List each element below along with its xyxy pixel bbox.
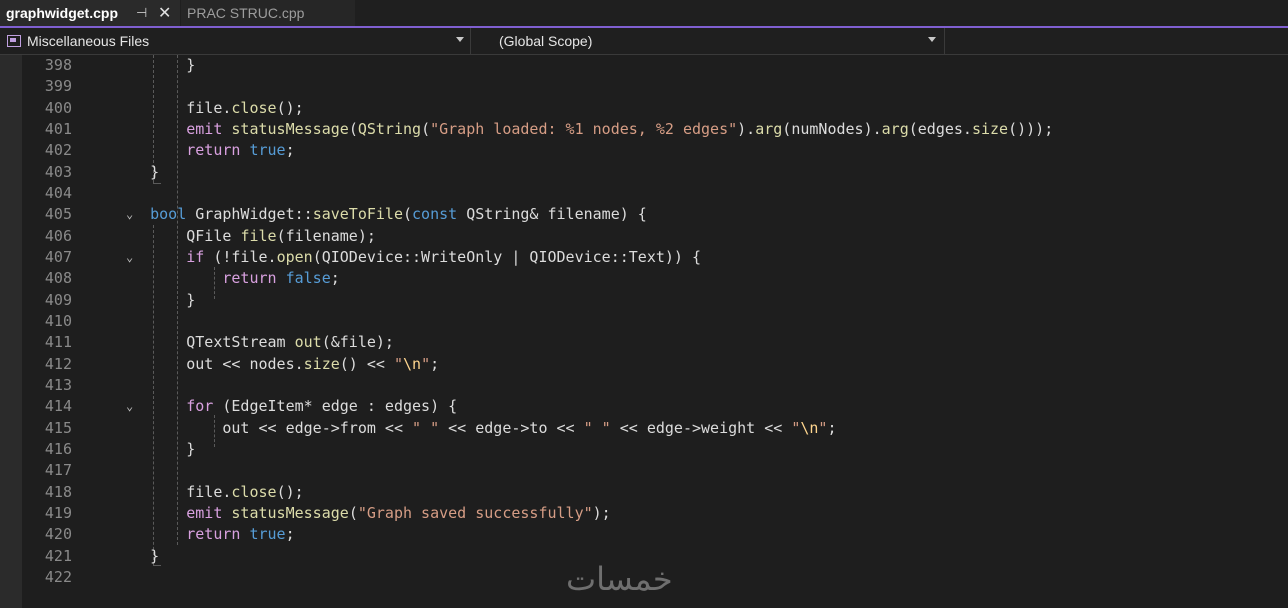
code-editor[interactable]: 398 } 399 400 file.close(); 401 emit status… (22, 55, 1288, 608)
code-line[interactable]: 413 (22, 375, 1288, 396)
code-text: emit statusMessage("Graph saved successf… (186, 503, 611, 522)
code-line[interactable]: 405 ⌄ bool GraphWidget::saveToFile(const … (22, 204, 1288, 225)
line-number: 408 (44, 269, 72, 288)
indicator-margin (0, 55, 22, 608)
code-line[interactable]: 406 QFile file(filename); (22, 226, 1288, 247)
divider (470, 28, 471, 54)
scope-dropdown[interactable]: (Global Scope) (499, 28, 592, 54)
code-text: } (114, 162, 160, 181)
line-number: 412 (44, 354, 72, 373)
line-number: 419 (44, 503, 72, 522)
code-text: return true; (186, 141, 295, 160)
code-line[interactable]: 418 file.close(); (22, 482, 1288, 503)
line-number: 398 (44, 56, 72, 74)
line-number: 414 (44, 397, 72, 416)
line-number: 401 (44, 119, 72, 138)
code-line[interactable]: 414 ⌄ for (EdgeItem* edge : edges) { (22, 396, 1288, 417)
line-number: 400 (44, 98, 72, 117)
line-number: 416 (44, 439, 72, 458)
code-text: out << edge->from << " " << edge->to << … (114, 418, 837, 437)
code-line[interactable]: 402 return true; (22, 140, 1288, 161)
line-number: 417 (44, 461, 72, 480)
line-number: 410 (44, 311, 72, 330)
project-dropdown[interactable]: Miscellaneous Files (0, 28, 470, 54)
chevron-down-icon[interactable] (456, 37, 464, 42)
tab-graphwidget[interactable]: graphwidget.cpp ⊣ ✕ (0, 0, 180, 26)
code-text: } (114, 546, 160, 565)
line-number: 418 (44, 482, 72, 501)
tab-label: graphwidget.cpp (6, 5, 118, 21)
navigation-bar: Miscellaneous Files (Global Scope) (0, 28, 1288, 55)
code-text: file.close(); (114, 98, 304, 117)
line-number: 399 (44, 77, 72, 96)
watermark-logo: خمسات (566, 560, 673, 598)
code-text: } (114, 56, 196, 74)
pin-icon[interactable]: ⊣ (136, 5, 147, 21)
code-line[interactable]: 399 (22, 76, 1288, 97)
chevron-down-icon[interactable] (928, 37, 936, 42)
code-text: emit statusMessage(QString("Graph loaded… (186, 119, 1054, 138)
code-line[interactable]: 400 file.close(); (22, 98, 1288, 119)
code-line[interactable]: 416 } (22, 439, 1288, 460)
code-line[interactable]: 412 out << nodes.size() << "\n"; (22, 354, 1288, 375)
code-line[interactable]: 404 (22, 183, 1288, 204)
tab-bar: graphwidget.cpp ⊣ ✕ PRAC STRUC.cpp (0, 0, 1288, 28)
line-number: 415 (44, 418, 72, 437)
line-number: 422 (44, 567, 72, 586)
line-number: 420 (44, 525, 72, 544)
tab-prac-struc[interactable]: PRAC STRUC.cpp (181, 0, 355, 26)
code-line[interactable]: 419 emit statusMessage("Graph saved succ… (22, 503, 1288, 524)
line-number: 405 (44, 205, 72, 224)
code-text: if (!file.open(QIODevice::WriteOnly | QI… (186, 247, 702, 266)
close-icon[interactable]: ✕ (158, 3, 171, 23)
tab-label: PRAC STRUC.cpp (187, 5, 305, 21)
line-number: 421 (44, 546, 72, 565)
code-text: QTextStream out(&file); (114, 333, 394, 352)
code-line[interactable]: 417 (22, 460, 1288, 481)
code-line[interactable]: 407 ⌄ if (!file.open(QIODevice::WriteOnly… (22, 247, 1288, 268)
line-number: 406 (44, 226, 72, 245)
code-line[interactable]: 420 return true; (22, 524, 1288, 545)
scope-label: (Global Scope) (499, 33, 593, 49)
line-number: 409 (44, 290, 72, 309)
code-line[interactable]: 398 } (22, 55, 1288, 76)
code-text: for (EdgeItem* edge : edges) { (186, 397, 458, 416)
line-number: 407 (44, 247, 72, 266)
code-text: } (114, 439, 196, 458)
code-text: QFile file(filename); (114, 226, 376, 245)
divider (944, 28, 945, 54)
file-icon (7, 35, 21, 47)
code-text: return false; (222, 269, 340, 288)
code-text: } (114, 290, 196, 309)
code-text: return true; (186, 525, 295, 544)
line-number: 403 (44, 162, 72, 181)
code-line[interactable]: 410 (22, 311, 1288, 332)
line-number: 402 (44, 141, 72, 160)
line-number: 411 (44, 333, 72, 352)
code-line[interactable]: 411 QTextStream out(&file); (22, 332, 1288, 353)
code-line[interactable]: 415 out << edge->from << " " << edge->to… (22, 418, 1288, 439)
code-line[interactable]: 408 return false; (22, 268, 1288, 289)
project-label: Miscellaneous Files (27, 33, 150, 49)
line-number: 404 (44, 183, 72, 202)
code-text: file.close(); (114, 482, 304, 501)
code-line[interactable]: 403 } (22, 162, 1288, 183)
code-line[interactable]: 401 emit statusMessage(QString("Graph lo… (22, 119, 1288, 140)
code-text: bool GraphWidget::saveToFile(const QStri… (150, 205, 647, 224)
code-text: out << nodes.size() << "\n"; (114, 354, 440, 373)
line-number: 413 (44, 375, 72, 394)
code-line[interactable]: 409 } (22, 290, 1288, 311)
